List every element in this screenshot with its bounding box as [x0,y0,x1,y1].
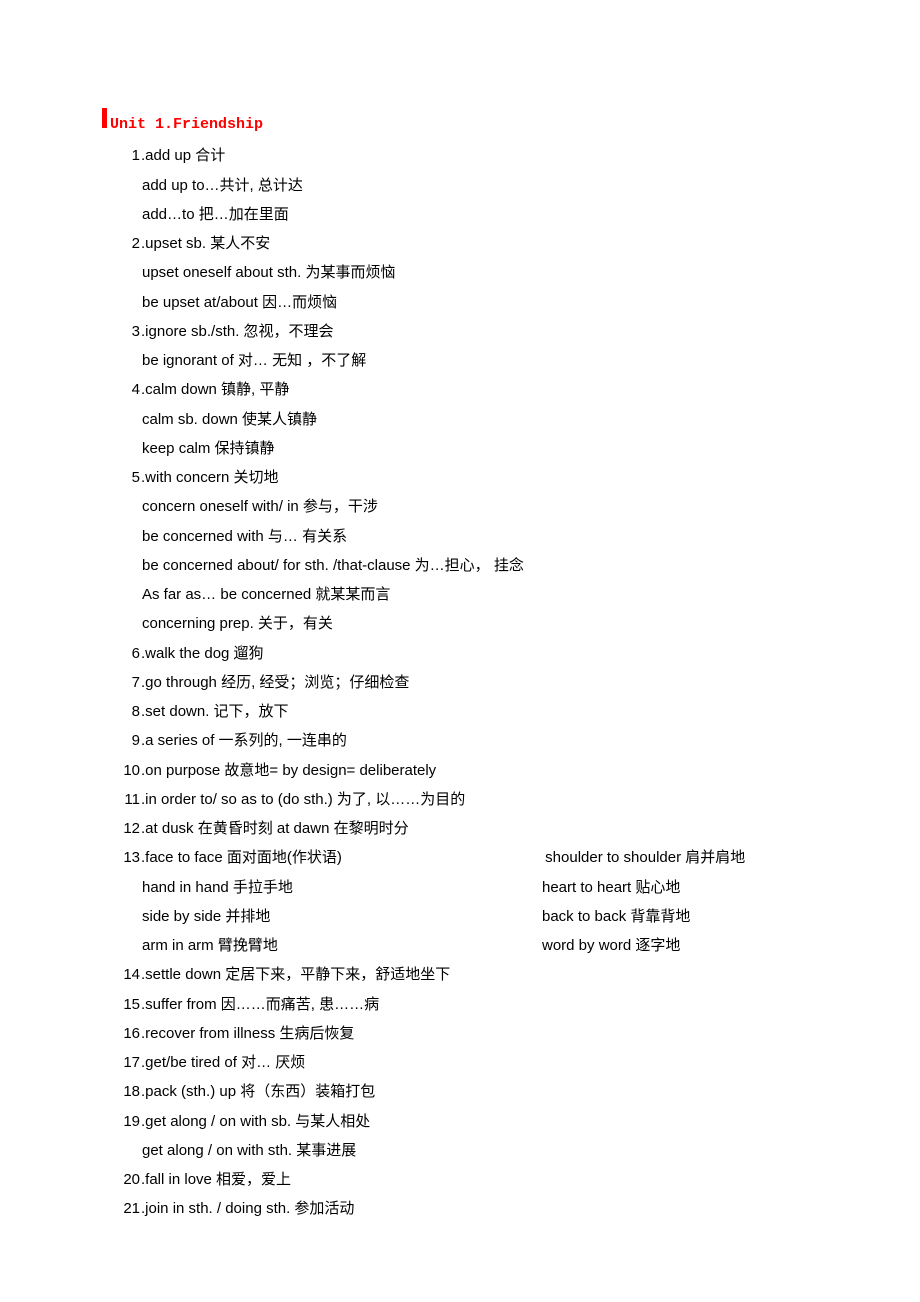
item-number: 11 [110,785,141,814]
col-left: arm in arm 臂挽臂地 [142,931,542,960]
sub-line: concerning prep. 关于，有关 [110,609,862,638]
col-left: side by side 并排地 [142,902,542,931]
item-number: 3 [110,317,141,346]
item-number: 21 [110,1194,141,1223]
item-text: join in sth. / doing sth. 参加活动 [145,1194,862,1223]
item-text: suffer from 因……而痛苦, 患……病 [145,990,862,1019]
item-number: 10 [110,756,141,785]
item-number: 2 [110,229,141,258]
sub-line: add…to 把…加在里面 [110,200,862,229]
sub-line: be concerned with 与… 有关系 [110,522,862,551]
item-number: 5 [110,463,141,492]
col-right: word by word 逐字地 [542,931,862,960]
item-text: pack (sth.) up 将（东西）装箱打包 [145,1077,862,1106]
item-text: at dusk 在黄昏时刻 at dawn 在黎明时分 [145,814,862,843]
list-item: 15.suffer from 因……而痛苦, 患……病 [110,990,862,1019]
red-marker [102,108,107,128]
sub-line: be concerned about/ for sth. /that-claus… [110,551,862,580]
list-item: 4.calm down 镇静, 平静calm sb. down 使某人镇静kee… [110,375,862,463]
item-number: 1 [110,141,141,170]
list-item: 11.in order to/ so as to (do sth.) 为了, 以… [110,785,862,814]
col-left: hand in hand 手拉手地 [142,873,542,902]
sub-line: As far as… be concerned 就某某而言 [110,580,862,609]
sub-line: upset oneself about sth. 为某事而烦恼 [110,258,862,287]
list-item: 1.add up 合计add up to…共计, 总计达add…to 把…加在里… [110,141,862,229]
unit-heading: Unit 1.Friendship [110,110,862,139]
item-text: recover from illness 生病后恢复 [145,1019,862,1048]
list-item: 19.get along / on with sb. 与某人相处get alon… [110,1107,862,1166]
item-text: settle down 定居下来，平静下来，舒适地坐下 [145,960,862,989]
item-text: add up 合计 [145,141,862,170]
sub-row: side by side 并排地back to back 背靠背地 [110,902,862,931]
list-item: 12.at dusk 在黄昏时刻 at dawn 在黎明时分 [110,814,862,843]
list-item: 21.join in sth. / doing sth. 参加活动 [110,1194,862,1223]
sub-line: concern oneself with/ in 参与，干涉 [110,492,862,521]
list-item: 7.go through 经历, 经受；浏览；仔细检查 [110,668,862,697]
list-item: 18.pack (sth.) up 将（东西）装箱打包 [110,1077,862,1106]
item-number: 17 [110,1048,141,1077]
item-number: 19 [110,1107,141,1136]
list-item: 2.upset sb. 某人不安upset oneself about sth.… [110,229,862,317]
item-text: set down. 记下，放下 [145,697,862,726]
list-item: 16.recover from illness 生病后恢复 [110,1019,862,1048]
list-item: 5.with concern 关切地concern oneself with/ … [110,463,862,639]
item-text: walk the dog 遛狗 [145,639,862,668]
list-item: 14.settle down 定居下来，平静下来，舒适地坐下 [110,960,862,989]
item-text: go through 经历, 经受；浏览；仔细检查 [145,668,862,697]
sub-line: add up to…共计, 总计达 [110,171,862,200]
item-number: 6 [110,639,141,668]
item-text: with concern 关切地 [145,463,862,492]
item-text: get along / on with sb. 与某人相处 [145,1107,862,1136]
sub-row: hand in hand 手拉手地heart to heart 贴心地 [110,873,862,902]
sub-line: keep calm 保持镇静 [110,434,862,463]
col-right: heart to heart 贴心地 [542,873,862,902]
list-item: 8.set down. 记下，放下 [110,697,862,726]
item-text: ignore sb./sth. 忽视，不理会 [145,317,862,346]
list-item: 3.ignore sb./sth. 忽视，不理会be ignorant of 对… [110,317,862,376]
item-number: 4 [110,375,141,404]
item-text: a series of 一系列的, 一连串的 [145,726,862,755]
item-number: 18 [110,1077,141,1106]
sub-line: be ignorant of 对… 无知 ，不了解 [110,346,862,375]
sub-line: calm sb. down 使某人镇静 [110,405,862,434]
list-item: 10.on purpose 故意地= by design= deliberate… [110,756,862,785]
item-number: 16 [110,1019,141,1048]
col-left: face to face 面对面地(作状语) [145,843,545,872]
item-text: get/be tired of 对… 厌烦 [145,1048,862,1077]
document-page: Unit 1.Friendship 1.add up 合计add up to…共… [0,0,920,1284]
vocabulary-list: 1.add up 合计add up to…共计, 总计达add…to 把…加在里… [110,141,862,1223]
item-text: upset sb. 某人不安 [145,229,862,258]
item-number: 13 [110,843,141,872]
list-item: 20.fall in love 相爱，爱上 [110,1165,862,1194]
item-number: 9 [110,726,141,755]
item-number: 15 [110,990,141,1019]
col-right: shoulder to shoulder 肩并肩地 [545,843,862,872]
col-right: back to back 背靠背地 [542,902,862,931]
item-text: in order to/ so as to (do sth.) 为了, 以……为… [145,785,862,814]
sub-line: be upset at/about 因…而烦恼 [110,288,862,317]
list-item: 13.face to face 面对面地(作状语)shoulder to sho… [110,843,862,960]
list-item: 6.walk the dog 遛狗 [110,639,862,668]
item-number: 12 [110,814,141,843]
item-number: 14 [110,960,141,989]
sub-row: arm in arm 臂挽臂地word by word 逐字地 [110,931,862,960]
item-text: fall in love 相爱，爱上 [145,1165,862,1194]
item-text: calm down 镇静, 平静 [145,375,862,404]
item-number: 20 [110,1165,141,1194]
item-number: 8 [110,697,141,726]
item-number: 7 [110,668,141,697]
list-item: 17.get/be tired of 对… 厌烦 [110,1048,862,1077]
item-text: on purpose 故意地= by design= deliberately [145,756,862,785]
sub-line: get along / on with sth. 某事进展 [110,1136,862,1165]
list-item: 9.a series of 一系列的, 一连串的 [110,726,862,755]
